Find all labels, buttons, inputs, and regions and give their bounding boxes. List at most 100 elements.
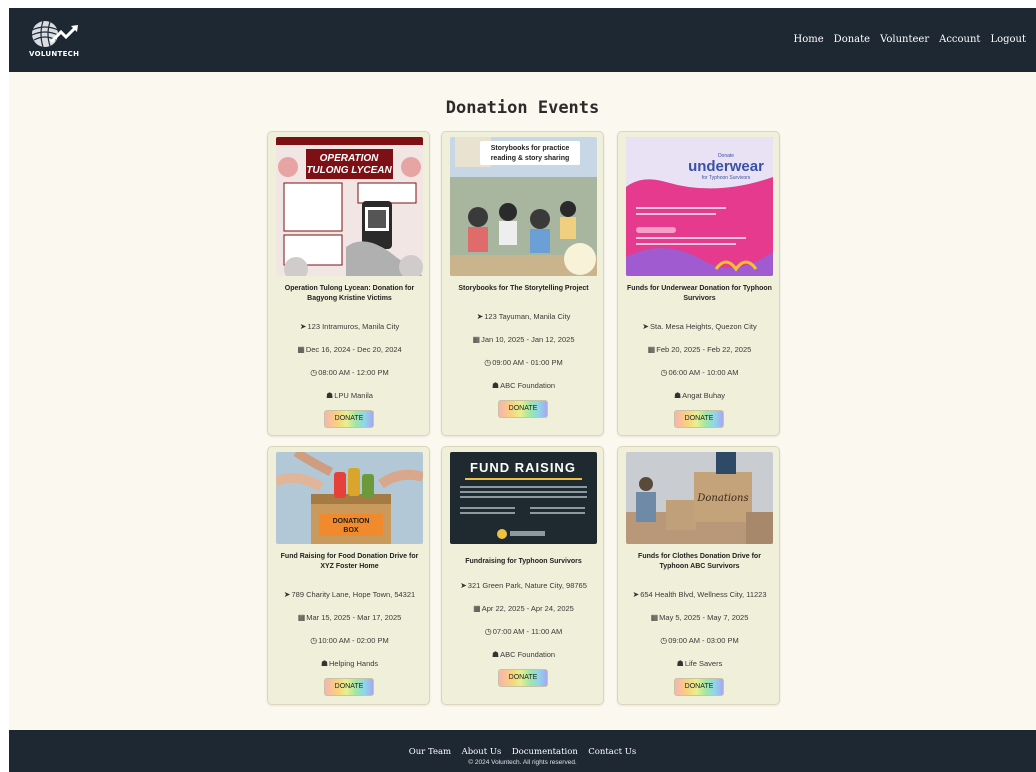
poster-title-line2: underwear	[688, 158, 764, 175]
event-location: ➤123 Tayuman, Manila City	[476, 312, 571, 321]
event-dates: ▦Feb 20, 2025 - Feb 22, 2025	[647, 345, 752, 354]
donate-button[interactable]: DONATE	[674, 678, 724, 696]
calendar-icon: ▦	[297, 345, 305, 354]
donate-button[interactable]: DONATE	[324, 410, 374, 428]
footer-link-contact-us[interactable]: Contact Us	[588, 747, 636, 757]
poster-title-line1: Donations	[696, 493, 748, 504]
event-time: ◷08:00 AM - 12:00 PM	[310, 368, 389, 377]
poster-title-line1: OPERATION	[320, 153, 379, 164]
event-card: OPERATION TULONG LYCEAN Operation Tulong…	[267, 131, 430, 436]
group-icon: ☗	[491, 650, 500, 659]
location-arrow-icon: ➤	[299, 322, 307, 331]
donate-button[interactable]: DONATE	[498, 669, 548, 687]
event-title: Storybooks for The Storytelling Project	[458, 285, 589, 292]
event-card: Storybooks for practice reading & story …	[441, 131, 604, 436]
location-arrow-icon: ➤	[476, 312, 484, 321]
group-icon: ☗	[673, 391, 682, 400]
top-navbar: VOLUNTECH Home Donate Volunteer Account …	[9, 8, 1036, 72]
event-organizer: ☗ABC Foundation	[491, 650, 556, 659]
clock-icon: ◷	[310, 636, 318, 645]
calendar-icon: ▦	[297, 613, 306, 622]
group-icon: ☗	[320, 659, 328, 668]
event-poster-image: OPERATION TULONG LYCEAN	[276, 137, 423, 276]
event-dates: ▦Dec 16, 2024 - Dec 20, 2024	[297, 345, 402, 354]
event-dates: ▦May 5, 2025 - May 7, 2025	[650, 613, 749, 622]
event-title: Funds for Clothes Donation Drive for Typ…	[638, 553, 761, 570]
page-title: Donation Events	[445, 98, 600, 118]
event-poster-image: Storybooks for practice reading & story …	[450, 137, 597, 276]
event-title: Funds for Underwear Donation for Typhoon…	[627, 285, 772, 302]
group-icon: ☗	[676, 659, 684, 668]
calendar-icon: ▦	[650, 613, 659, 622]
nav-account[interactable]: Account	[939, 34, 980, 45]
poster-title-line2: reading & story sharing	[491, 155, 570, 162]
nav-volunteer[interactable]: Volunteer	[880, 34, 929, 45]
clock-icon: ◷	[310, 368, 318, 377]
clock-icon: ◷	[484, 358, 492, 367]
event-title: Fundraising for Typhoon Survivors	[465, 558, 582, 565]
clock-icon: ◷	[660, 636, 668, 645]
footer-link-our-team[interactable]: Our Team	[409, 747, 451, 757]
event-poster-image: Donate underwear for Typhoon Survivors	[626, 137, 773, 276]
poster-title-line1: Storybooks for practice	[491, 145, 570, 152]
event-card: Donate underwear for Typhoon Survivors F…	[617, 131, 780, 436]
poster-title-line1: FUND RAISING	[470, 460, 576, 475]
nav-logout[interactable]: Logout	[990, 34, 1026, 45]
event-location: ➤654 Health Blvd, Wellness City, 11223	[632, 590, 767, 599]
event-card: DONATION BOX Fund Raising for Food Donat…	[267, 446, 430, 705]
event-dates: ▦Jan 10, 2025 - Jan 12, 2025	[472, 335, 575, 344]
event-organizer: ☗Helping Hands	[320, 659, 379, 668]
event-time: ◷07:00 AM - 11:00 AM	[484, 627, 563, 636]
event-organizer: ☗Angat Buhay	[673, 391, 726, 400]
event-organizer: ☗ABC Foundation	[491, 381, 556, 390]
event-organizer: ☗LPU Manila	[326, 391, 373, 400]
page-frame: VOLUNTECH Home Donate Volunteer Account …	[9, 8, 1036, 772]
donate-button[interactable]: DONATE	[674, 410, 724, 428]
event-poster-image: FUND RAISING	[450, 452, 597, 544]
copyright-text: © 2024 Voluntech. All rights reserved.	[468, 759, 577, 766]
event-poster-image: DONATION BOX	[276, 452, 423, 544]
event-title: Fund Raising for Food Donation Drive for…	[280, 553, 419, 570]
location-arrow-icon: ➤	[460, 581, 467, 590]
location-arrow-icon: ➤	[283, 590, 291, 599]
location-arrow-icon: ➤	[632, 590, 640, 599]
poster-title-line2: BOX	[343, 527, 359, 534]
footer: Our Team About Us Documentation Contact …	[9, 730, 1036, 772]
event-time: ◷09:00 AM - 03:00 PM	[660, 636, 739, 645]
nav-home[interactable]: Home	[794, 34, 824, 45]
event-time: ◷06:00 AM - 10:00 AM	[660, 368, 739, 377]
poster-title-line1: DONATION	[333, 518, 370, 525]
event-organizer: ☗Life Savers	[676, 659, 723, 668]
event-dates: ▦Mar 15, 2025 - Mar 17, 2025	[297, 613, 402, 622]
main-nav: Home Donate Volunteer Account Logout	[794, 34, 1026, 45]
event-card: Donations Funds for Clothes Donation Dri…	[617, 446, 780, 705]
event-location: ➤123 Intramuros, Manila City	[299, 322, 400, 331]
calendar-icon: ▦	[473, 604, 481, 613]
footer-link-documentation[interactable]: Documentation	[512, 747, 578, 757]
brand-logo[interactable]: VOLUNTECH	[29, 18, 99, 62]
event-dates: ▦Apr 22, 2025 - Apr 24, 2025	[473, 604, 574, 613]
event-time: ◷10:00 AM - 02:00 PM	[310, 636, 389, 645]
poster-title-line2: TULONG LYCEAN	[306, 165, 392, 176]
location-arrow-icon: ➤	[642, 322, 649, 331]
event-location: ➤Sta. Mesa Heights, Quezon City	[642, 322, 757, 331]
globe-logo-icon	[31, 20, 78, 48]
clock-icon: ◷	[484, 627, 492, 636]
event-time: ◷09:00 AM - 01:00 PM	[484, 358, 563, 367]
event-card: FUND RAISING Fundraising for Typhoon Sur…	[441, 446, 604, 705]
donate-button[interactable]: DONATE	[324, 678, 374, 696]
calendar-icon: ▦	[472, 335, 481, 344]
group-icon: ☗	[491, 381, 500, 390]
event-location: ➤321 Green Park, Nature City, 98765	[460, 581, 587, 590]
footer-links: Our Team About Us Documentation Contact …	[9, 741, 1036, 759]
event-title: Operation Tulong Lycean: Donation for Ba…	[284, 285, 415, 302]
group-icon: ☗	[326, 391, 334, 400]
poster-title-line3: for Typhoon Survivors	[702, 175, 751, 181]
calendar-icon: ▦	[647, 345, 656, 354]
event-poster-image: Donations	[626, 452, 773, 544]
footer-link-about-us[interactable]: About Us	[462, 747, 502, 757]
donate-button[interactable]: DONATE	[498, 400, 548, 418]
nav-donate[interactable]: Donate	[834, 34, 870, 45]
clock-icon: ◷	[660, 368, 668, 377]
event-location: ➤789 Charity Lane, Hope Town, 54321	[283, 590, 416, 599]
